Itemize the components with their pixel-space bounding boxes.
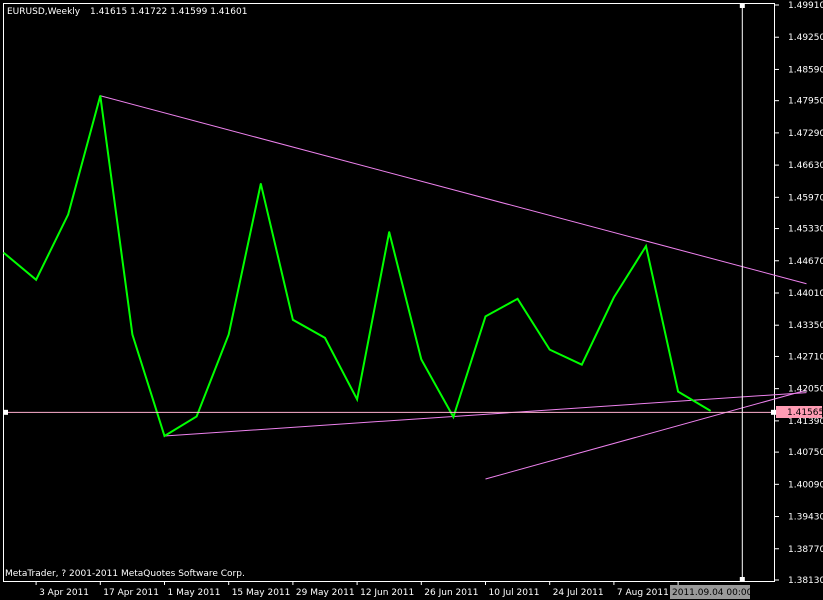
price-point [99, 94, 102, 97]
price-point [548, 348, 551, 351]
chart-background [0, 0, 823, 600]
x-tick-label: 15 May 2011 [232, 588, 291, 598]
y-tick-label: 1.47950 [788, 97, 823, 107]
y-tick-label: 1.46630 [788, 161, 823, 171]
y-tick-label: 1.41390 [788, 417, 823, 427]
crosshair-handle-bottom[interactable] [739, 577, 745, 582]
price-point [452, 416, 455, 418]
price-point [227, 333, 230, 336]
price-point [356, 398, 358, 401]
x-tick-label: 12 Jun 2011 [360, 588, 414, 598]
y-tick-label: 1.43350 [788, 321, 823, 331]
time-tag-label: 2011.09.04 00:00 [672, 588, 753, 598]
y-tick-label: 1.38130 [788, 576, 823, 586]
price-point [709, 409, 711, 412]
price-point [516, 298, 519, 300]
chart-header: EURUSD,Weekly 1.41615 1.41722 1.41599 1.… [7, 7, 247, 17]
x-tick-label: 10 Jul 2011 [489, 588, 540, 598]
price-point [484, 315, 487, 318]
price-point [292, 319, 294, 321]
price-point [67, 213, 69, 216]
y-tick-label: 1.45330 [788, 225, 823, 235]
x-tick-label: 26 Jun 2011 [424, 588, 478, 598]
y-tick-label: 1.44670 [788, 257, 823, 267]
price-point [260, 182, 262, 185]
x-tick-label: 17 Apr 2011 [103, 588, 159, 598]
y-tick-label: 1.49250 [788, 33, 823, 43]
y-tick-label: 1.40750 [788, 448, 823, 458]
ohlc-values: 1.41615 1.41722 1.41599 1.41601 [90, 7, 247, 17]
x-tick-label: 24 Jul 2011 [553, 588, 604, 598]
copyright-text: MetaTrader, ? 2001-2011 MetaQuotes Softw… [5, 569, 245, 579]
crosshair-handle-top[interactable] [739, 3, 745, 8]
price-chart[interactable]: 1.49910 1.49250 1.48590 1.47950 1.47290 1.466… [0, 0, 823, 600]
level-line-handle-left[interactable] [3, 409, 8, 415]
y-tick-label: 1.48590 [788, 65, 823, 75]
price-point [3, 252, 5, 254]
price-tag-label: 1.41565 [787, 408, 823, 418]
x-tick-label: 7 Aug 2011 [617, 588, 669, 598]
price-point [324, 337, 326, 339]
y-tick-label: 1.42050 [788, 385, 823, 395]
y-tick-label: 1.44010 [788, 289, 823, 299]
y-tick-label: 1.39430 [788, 513, 823, 523]
price-point [388, 231, 391, 233]
y-tick-label: 1.49910 [788, 1, 823, 11]
price-point [645, 245, 647, 247]
symbol-timeframe-label: EURUSD,Weekly [7, 7, 81, 17]
x-tick-label: 3 Apr 2011 [39, 588, 89, 598]
price-point [163, 435, 166, 437]
price-point [35, 279, 37, 281]
price-point [131, 333, 134, 336]
price-point [420, 358, 423, 361]
x-tick-label: 29 May 2011 [296, 588, 355, 598]
y-tick-label: 1.42710 [788, 352, 823, 362]
price-point [195, 415, 198, 418]
y-tick-label: 1.47290 [788, 129, 823, 139]
price-point [677, 390, 679, 393]
x-tick-label: 1 May 2011 [168, 588, 221, 598]
level-line-handle-right[interactable] [771, 409, 776, 415]
y-tick-label: 1.40090 [788, 480, 823, 490]
price-point [581, 363, 583, 366]
price-point [613, 296, 615, 299]
y-tick-label: 1.45970 [788, 193, 823, 203]
y-tick-label: 1.38770 [788, 545, 823, 555]
